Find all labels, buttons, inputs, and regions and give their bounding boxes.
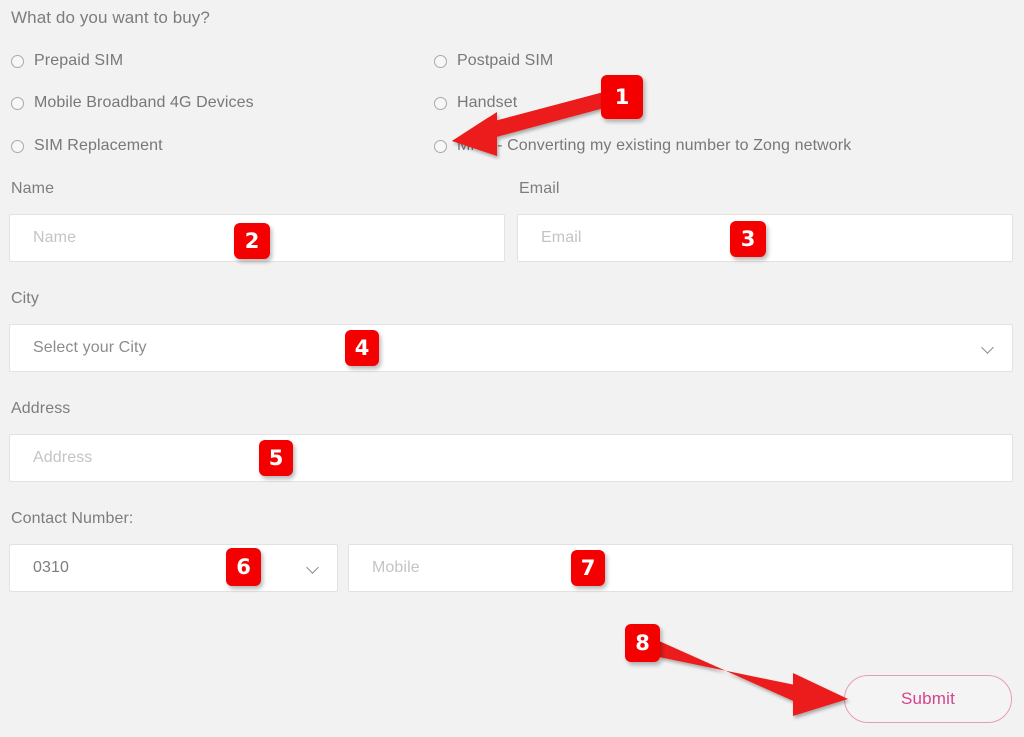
radio-icon[interactable]	[434, 54, 447, 68]
radio-option-label: Postpaid SIM	[457, 52, 554, 69]
radio-option-label: Mobile Broadband 4G Devices	[34, 94, 254, 111]
radio-option-label: Prepaid SIM	[34, 52, 124, 69]
radio-option-label: MNP - Converting my existing number to Z…	[457, 137, 852, 154]
email-label: Email	[519, 180, 560, 197]
annotation-arrow-8	[659, 641, 848, 716]
address-input[interactable]: Address	[9, 434, 1013, 482]
annotation-badge-2: 2	[234, 223, 270, 259]
annotation-badge-6: 6	[226, 548, 261, 586]
radio-option-prepaid-sim[interactable]: Prepaid SIM	[11, 52, 123, 70]
contact-number-label: Contact Number:	[11, 510, 134, 527]
radio-icon[interactable]	[434, 139, 447, 153]
page-title: What do you want to buy?	[11, 8, 210, 27]
annotation-badge-5: 5	[259, 440, 293, 476]
radio-option-mobile-broadband-4g-devices[interactable]: Mobile Broadband 4G Devices	[11, 94, 254, 112]
submit-button[interactable]: Submit	[844, 675, 1012, 723]
radio-icon[interactable]	[434, 96, 447, 110]
radio-icon[interactable]	[11, 54, 24, 68]
contact-prefix-value: 0310	[33, 559, 69, 576]
radio-option-label: SIM Replacement	[34, 137, 163, 154]
radio-icon[interactable]	[11, 96, 24, 110]
radio-option-handset[interactable]: Handset	[434, 94, 517, 112]
annotation-badge-7: 7	[571, 550, 605, 586]
name-label: Name	[11, 180, 55, 197]
radio-icon[interactable]	[11, 139, 24, 153]
chevron-down-icon	[982, 341, 996, 355]
city-select-value: Select your City	[33, 339, 147, 356]
annotation-badge-4: 4	[345, 330, 379, 366]
city-select[interactable]: Select your City	[9, 324, 1013, 372]
contact-prefix-select[interactable]: 0310	[9, 544, 338, 592]
address-label: Address	[11, 400, 71, 417]
mobile-input[interactable]: Mobile	[348, 544, 1013, 592]
annotation-badge-1: 1	[601, 75, 643, 119]
radio-option-mnp[interactable]: MNP - Converting my existing number to Z…	[434, 137, 851, 155]
city-label: City	[11, 290, 39, 307]
annotation-badge-8: 8	[625, 624, 660, 662]
chevron-down-icon	[307, 561, 321, 575]
signup-form-page: What do you want to buy? Prepaid SIM Mob…	[0, 0, 1024, 737]
annotation-badge-3: 3	[730, 221, 766, 257]
radio-option-postpaid-sim[interactable]: Postpaid SIM	[434, 52, 553, 70]
radio-option-label: Handset	[457, 94, 518, 111]
radio-option-sim-replacement[interactable]: SIM Replacement	[11, 137, 163, 155]
